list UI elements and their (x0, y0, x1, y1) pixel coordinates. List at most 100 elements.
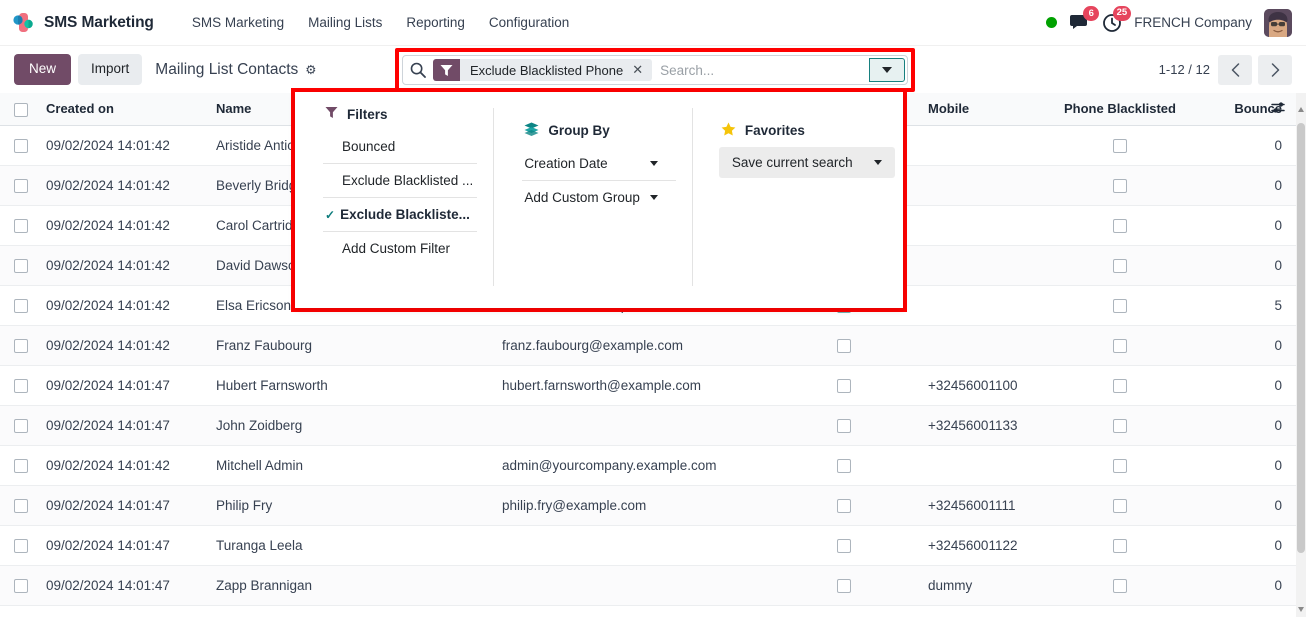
search-icon (403, 56, 433, 84)
column-header-phone-blacklisted[interactable]: Phone Blacklisted (1040, 93, 1200, 126)
search-dropdown-toggle[interactable] (869, 58, 905, 82)
favorites-title-label: Favorites (744, 123, 805, 138)
row-select-checkbox[interactable] (14, 138, 28, 153)
row-select-checkbox[interactable] (14, 498, 28, 513)
table-row[interactable]: 09/02/2024 14:01:42 Mitchell Admin admin@y… (0, 445, 1296, 486)
scroll-down-arrow-icon[interactable] (1298, 607, 1304, 612)
optional-columns-icon[interactable] (1271, 101, 1286, 117)
cell-bounce: 0 (1200, 485, 1296, 526)
cell-created-on: 09/02/2024 14:01:42 (36, 445, 206, 486)
phone-blacklisted-checkbox[interactable] (1113, 298, 1127, 313)
email-blacklisted-checkbox[interactable] (837, 538, 851, 553)
cell-phone-blacklisted (1040, 445, 1200, 486)
cell-mobile (918, 165, 1040, 206)
table-row[interactable]: 09/02/2024 14:01:47 Turanga Leela +3245600… (0, 525, 1296, 566)
pager-previous-button[interactable] (1218, 54, 1252, 85)
table-row[interactable]: 09/02/2024 14:01:47 John Zoidberg +3245600… (0, 405, 1296, 446)
table-row[interactable]: 09/02/2024 14:01:47 Zapp Brannigan dummy 0 (0, 565, 1296, 606)
activities-button[interactable]: 25 (1102, 5, 1132, 33)
column-header-bounce[interactable]: Bounce (1200, 93, 1296, 126)
row-select-checkbox[interactable] (14, 218, 28, 233)
close-icon[interactable]: ✕ (632, 62, 643, 78)
row-select-checkbox[interactable] (14, 178, 28, 193)
phone-blacklisted-checkbox[interactable] (1113, 178, 1127, 193)
save-current-search-button[interactable]: Save current search (718, 147, 895, 178)
new-button[interactable]: New (14, 54, 72, 85)
email-blacklisted-checkbox[interactable] (837, 338, 851, 353)
cell-phone-blacklisted (1040, 205, 1200, 246)
app-brand[interactable]: SMS Marketing (8, 10, 164, 36)
cell-name: Zapp Brannigan (206, 565, 492, 606)
menu-item-mailing-lists[interactable]: Mailing Lists (296, 9, 394, 36)
cell-email-blacklisted (770, 445, 918, 486)
row-select-checkbox[interactable] (14, 578, 28, 593)
email-blacklisted-checkbox[interactable] (837, 458, 851, 473)
table-row[interactable]: 09/02/2024 14:01:47 Hubert Farnsworth hube… (0, 365, 1296, 406)
filter-item-exclude-blacklisted-email[interactable]: Exclude Blacklisted ... (323, 163, 478, 197)
import-button[interactable]: Import (78, 54, 143, 85)
phone-blacklisted-checkbox[interactable] (1113, 418, 1127, 433)
filter-item-add-custom-filter[interactable]: Add Custom Filter (323, 231, 478, 265)
email-blacklisted-checkbox[interactable] (837, 578, 851, 593)
phone-blacklisted-checkbox[interactable] (1113, 498, 1127, 513)
phone-blacklisted-checkbox[interactable] (1113, 338, 1127, 353)
cell-bounce: 0 (1200, 405, 1296, 446)
table-row[interactable]: 09/02/2024 14:01:42 Franz Faubourg franz.f… (0, 325, 1296, 366)
activities-badge-count: 25 (1112, 5, 1132, 21)
cell-name: Philip Fry (206, 485, 492, 526)
email-blacklisted-checkbox[interactable] (837, 418, 851, 433)
row-select-checkbox[interactable] (14, 538, 28, 553)
chevron-right-icon (1271, 62, 1279, 77)
table-row[interactable]: 09/02/2024 14:01:47 Philip Fry philip.fry@… (0, 485, 1296, 526)
phone-blacklisted-checkbox[interactable] (1113, 138, 1127, 153)
menu-item-sms-marketing[interactable]: SMS Marketing (180, 9, 296, 36)
scrollbar-thumb[interactable] (1297, 123, 1305, 553)
company-switcher[interactable]: FRENCH Company (1134, 15, 1252, 30)
email-blacklisted-checkbox[interactable] (837, 378, 851, 393)
select-all-checkbox[interactable] (14, 102, 28, 117)
cell-created-on: 09/02/2024 14:01:42 (36, 325, 206, 366)
row-select-checkbox[interactable] (14, 298, 28, 313)
row-select-checkbox[interactable] (14, 378, 28, 393)
phone-blacklisted-checkbox[interactable] (1113, 258, 1127, 273)
cell-created-on: 09/02/2024 14:01:47 (36, 525, 206, 566)
group-by-column: Group By Creation Date Add Custom Group (493, 108, 692, 286)
vertical-scrollbar[interactable] (1296, 93, 1306, 617)
group-by-item-add-custom-group[interactable]: Add Custom Group (522, 180, 676, 214)
page-title: Mailing List Contacts (155, 60, 299, 78)
row-select-checkbox[interactable] (14, 458, 28, 473)
cell-name: Franz Faubourg (206, 325, 492, 366)
phone-blacklisted-checkbox[interactable] (1113, 218, 1127, 233)
menu-item-configuration[interactable]: Configuration (477, 9, 581, 36)
search-input[interactable] (652, 56, 869, 84)
cell-mobile: dummy (918, 565, 1040, 606)
cell-mobile (918, 285, 1040, 326)
cell-created-on: 09/02/2024 14:01:42 (36, 245, 206, 286)
search-facet-exclude-blacklisted-phone[interactable]: Exclude Blacklisted Phone ✕ (433, 59, 653, 81)
menu-item-reporting[interactable]: Reporting (394, 9, 477, 36)
filter-item-bounced[interactable]: Bounced (323, 130, 477, 163)
cell-email-blacklisted (770, 565, 918, 606)
row-select-checkbox[interactable] (14, 338, 28, 353)
facet-label: Exclude Blacklisted Phone (470, 62, 624, 78)
row-select-cell (0, 485, 36, 526)
gear-icon[interactable]: ⚙ (305, 62, 316, 77)
pager-next-button[interactable] (1258, 54, 1292, 85)
messages-button[interactable]: 6 (1069, 6, 1100, 32)
phone-blacklisted-checkbox[interactable] (1113, 378, 1127, 393)
scroll-up-arrow-icon[interactable] (1298, 107, 1304, 112)
email-blacklisted-checkbox[interactable] (837, 498, 851, 513)
filters-title-label: Filters (347, 106, 388, 122)
phone-blacklisted-checkbox[interactable] (1113, 578, 1127, 593)
breadcrumb: Mailing List Contacts ⚙ (155, 61, 316, 79)
avatar[interactable] (1264, 8, 1292, 37)
cell-phone-blacklisted (1040, 565, 1200, 606)
column-header-mobile[interactable]: Mobile (918, 93, 1040, 126)
phone-blacklisted-checkbox[interactable] (1113, 458, 1127, 473)
row-select-checkbox[interactable] (14, 418, 28, 433)
filter-item-exclude-blacklisted-phone[interactable]: ✓ Exclude Blackliste... (323, 197, 478, 231)
column-header-created-on[interactable]: Created on (36, 93, 206, 126)
group-by-item-creation-date[interactable]: Creation Date (522, 147, 676, 180)
phone-blacklisted-checkbox[interactable] (1113, 538, 1127, 553)
row-select-checkbox[interactable] (14, 258, 28, 273)
